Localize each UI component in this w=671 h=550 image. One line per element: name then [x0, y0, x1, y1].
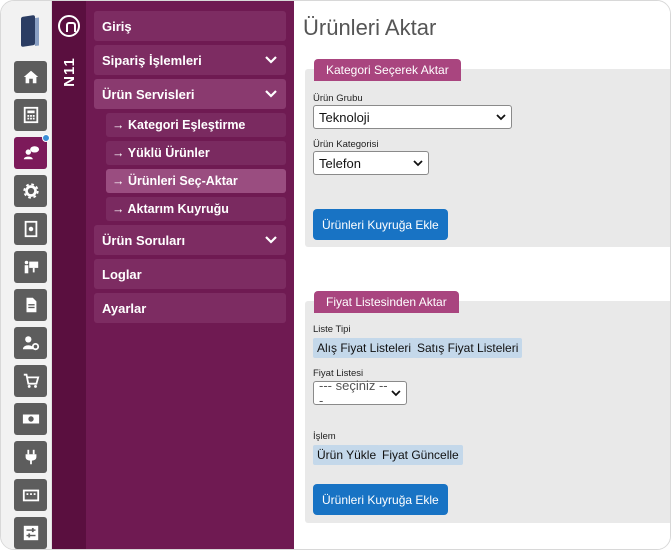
file-icon[interactable] — [14, 289, 47, 321]
calculator-icon[interactable] — [14, 99, 47, 131]
group-select[interactable]: Teknoloji — [313, 105, 512, 129]
category-label: Ürün Kategorisi — [313, 139, 379, 150]
list-type-label: Liste Tipi — [313, 324, 351, 335]
action-label: İşlem — [313, 431, 336, 442]
category-select[interactable]: Telefon — [313, 151, 429, 175]
submenu-item-kategori-eslestirme[interactable]: → Kategori Eşleştirme — [106, 113, 286, 137]
menu-item-urun-sorulari[interactable]: Ürün Soruları — [94, 225, 286, 255]
n11-logo-icon — [58, 15, 80, 37]
submenu-item-aktarim-kuyrugu[interactable]: → Aktarım Kuyruğu — [106, 197, 286, 221]
app-logo-icon — [21, 15, 35, 47]
action-option-price-update[interactable]: Fiyat Güncelle — [378, 445, 463, 465]
category-panel: Kategori Seçerek Aktar Ürün Grubu Teknol… — [305, 59, 670, 247]
menu-item-label: Ürün Servisleri — [102, 86, 195, 102]
book-icon[interactable] — [14, 213, 47, 245]
presentation-icon[interactable] — [14, 251, 47, 283]
menu-item-loglar[interactable]: Loglar — [94, 259, 286, 289]
brand-strip: N11 — [52, 1, 86, 549]
price-list-select[interactable]: --- seçiniz --- — [313, 378, 407, 408]
action-option-upload[interactable]: Ürün Yükle — [313, 445, 381, 465]
notification-dot — [42, 134, 50, 142]
submenu-item-label: → Kategori Eşleştirme — [112, 118, 246, 132]
home-icon[interactable] — [14, 61, 47, 93]
menu-item-label: Ürün Soruları — [102, 232, 186, 248]
money-icon[interactable] — [14, 403, 47, 435]
app-window: N11 Giriş Sipariş İşlemleri Ürün Servisl… — [0, 0, 671, 550]
chevron-down-icon — [496, 114, 506, 121]
menu-item-giris[interactable]: Giriş — [94, 11, 286, 41]
menu-item-label: Giriş — [102, 18, 132, 34]
chevron-down-icon — [391, 390, 401, 397]
list-type-option-purchase[interactable]: Alış Fiyat Listeleri — [313, 338, 416, 358]
submenu-item-label: → Aktarım Kuyruğu — [112, 202, 229, 216]
main-content: Ürünleri Aktar Kategori Seçerek Aktar Ür… — [294, 1, 670, 549]
submenu-item-label: → Ürünleri Seç-Aktar — [112, 174, 238, 188]
price-list-select-value: --- seçiniz --- — [319, 378, 388, 408]
plug-icon[interactable] — [14, 441, 47, 473]
page-title: Ürünleri Aktar — [303, 15, 437, 40]
chevron-down-icon — [265, 236, 277, 244]
category-panel-tab: Kategori Seçerek Aktar — [314, 59, 461, 81]
price-list-panel-tab: Fiyat Listesinden Aktar — [314, 291, 459, 313]
list-type-option-sales[interactable]: Satış Fiyat Listeleri — [413, 338, 523, 358]
icon-rail — [1, 1, 52, 549]
submenu-item-yuklu-urunler[interactable]: → Yüklü Ürünler — [106, 141, 286, 165]
chevron-down-icon — [265, 90, 277, 98]
menu-item-ayarlar[interactable]: Ayarlar — [94, 293, 286, 323]
gear-icon[interactable] — [14, 175, 47, 207]
price-list-panel: Fiyat Listesinden Aktar Liste Tipi Alış … — [305, 291, 670, 523]
chevron-down-icon — [265, 56, 277, 64]
menu-item-label: Sipariş İşlemleri — [102, 52, 202, 68]
menu-item-urun-servisleri[interactable]: Ürün Servisleri — [94, 79, 286, 109]
user-cog-icon[interactable] — [14, 327, 47, 359]
submenu-item-urunleri-sec-aktar[interactable]: → Ürünleri Seç-Aktar — [106, 169, 286, 193]
submenu-item-label: → Yüklü Ürünler — [112, 146, 210, 160]
menu-item-siparis-islemleri[interactable]: Sipariş İşlemleri — [94, 45, 286, 75]
category-select-value: Telefon — [319, 155, 361, 171]
add-to-queue-button[interactable]: Ürünleri Kuyruğa Ekle — [313, 209, 448, 240]
menu-item-label: Loglar — [102, 266, 142, 282]
group-label: Ürün Grubu — [313, 93, 363, 104]
group-select-value: Teknoloji — [319, 109, 370, 125]
chevron-down-icon — [413, 160, 423, 167]
sliders-icon[interactable] — [14, 517, 47, 549]
cart-icon[interactable] — [14, 365, 47, 397]
chat-user-icon[interactable] — [14, 134, 50, 169]
menu-item-label: Ayarlar — [102, 300, 147, 316]
side-menu: Giriş Sipariş İşlemleri Ürün Servisleri … — [86, 1, 294, 549]
keyboard-icon[interactable] — [14, 479, 47, 511]
add-to-queue-button-2[interactable]: Ürünleri Kuyruğa Ekle — [313, 484, 448, 515]
brand-label: N11 — [60, 57, 78, 87]
